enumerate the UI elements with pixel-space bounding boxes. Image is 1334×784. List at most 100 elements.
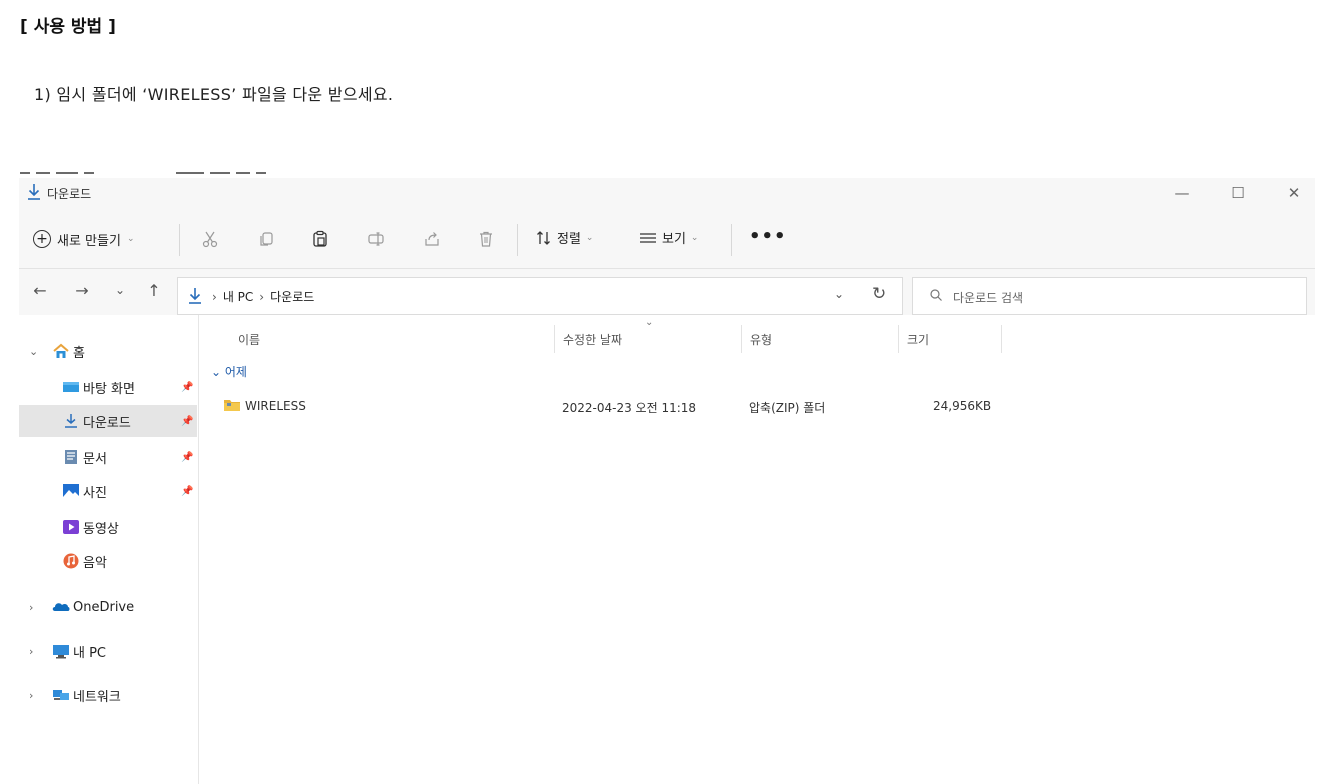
arrow-left-icon: ←	[33, 280, 47, 300]
download-icon	[189, 288, 201, 304]
sidebar-item-label: 문서	[83, 451, 107, 467]
file-list: 이름 ⌄ 수정한 날짜 유형 크기 ⌄ 어제 WIRELESS 2022-04-…	[199, 315, 1315, 784]
sidebar-item-label: 바탕 화면	[83, 381, 135, 397]
sidebar-item-home[interactable]: ⌄ 홈	[19, 335, 197, 367]
file-explorer-window: 다운로드 — ☐ ✕ + 새로 만들기 ⌄ 정렬 ⌄ 보기 ⌄ ••• ← → …	[19, 178, 1315, 784]
sidebar-item-downloads[interactable]: 다운로드 📌	[19, 405, 197, 437]
toolbar-divider	[731, 224, 732, 256]
sidebar-item-label: 음악	[83, 555, 107, 571]
onedrive-icon	[52, 603, 70, 611]
breadcrumb-separator: ›	[212, 289, 217, 304]
sidebar-item-pictures[interactable]: 사진 📌	[19, 475, 197, 507]
sidebar-item-label: OneDrive	[73, 599, 135, 615]
breadcrumb-item-pc[interactable]: 내 PC	[223, 288, 253, 305]
paste-icon	[313, 230, 327, 247]
column-divider[interactable]	[1001, 325, 1002, 353]
address-history-dropdown[interactable]: ⌄	[834, 287, 844, 301]
pin-icon: 📌	[181, 415, 194, 427]
home-icon	[53, 343, 69, 358]
column-divider[interactable]	[741, 325, 742, 353]
content-pane: ⌄ 홈 바탕 화면 📌 다운로드 📌 문서 📌 사진 📌 동영상 음악 › On…	[19, 315, 1315, 784]
arrow-up-icon: ↑	[147, 280, 161, 300]
sidebar-item-label: 내 PC	[73, 645, 107, 661]
search-icon	[930, 289, 942, 301]
videos-icon	[63, 520, 79, 534]
back-button[interactable]: ←	[27, 277, 53, 303]
sort-icon	[537, 230, 550, 245]
search-placeholder: 다운로드 검색	[953, 291, 1024, 305]
sidebar-item-desktop[interactable]: 바탕 화면 📌	[19, 371, 197, 403]
group-label: 어제	[224, 365, 247, 379]
sidebar-item-music[interactable]: 음악	[19, 545, 197, 577]
download-icon	[28, 184, 40, 200]
chevron-down-icon: ⌄	[690, 232, 699, 243]
sidebar-item-label: 동영상	[83, 521, 119, 537]
rename-icon	[368, 232, 384, 246]
sort-label: 정렬	[557, 232, 581, 247]
document-icon	[65, 450, 77, 464]
refresh-button[interactable]: ↻	[872, 284, 886, 304]
pictures-icon	[63, 484, 79, 498]
sidebar-item-network[interactable]: › 네트워크	[19, 679, 197, 711]
sidebar-item-documents[interactable]: 문서 📌	[19, 441, 197, 473]
trash-icon	[480, 231, 492, 247]
navigation-pane: ⌄ 홈 바탕 화면 📌 다운로드 📌 문서 📌 사진 📌 동영상 음악 › On…	[19, 315, 199, 784]
minimize-button[interactable]: —	[1159, 180, 1205, 206]
group-header-yesterday[interactable]: ⌄ 어제	[211, 363, 247, 380]
desktop-icon	[63, 382, 79, 392]
window-title: 다운로드	[47, 187, 92, 201]
arrow-right-icon: →	[75, 280, 89, 300]
chevron-down-icon: ⌄	[29, 344, 39, 358]
search-box[interactable]: 다운로드 검색	[912, 277, 1307, 315]
column-header-name[interactable]: 이름	[238, 331, 260, 348]
download-icon	[65, 414, 77, 428]
cropped-text-line	[20, 172, 340, 177]
maximize-button[interactable]: ☐	[1215, 180, 1261, 206]
doc-step-1: 1) 임시 폴더에 ‘WIRELESS’ 파일을 다운 받으세요.	[34, 85, 394, 104]
breadcrumb-item-downloads[interactable]: 다운로드	[270, 288, 314, 305]
refresh-icon: ↻	[872, 284, 887, 304]
sidebar-item-label: 다운로드	[83, 415, 131, 431]
recent-locations-button[interactable]: ⌄	[107, 277, 133, 303]
sidebar-item-this-pc[interactable]: › 내 PC	[19, 635, 197, 667]
column-header-size[interactable]: 크기	[907, 331, 929, 348]
address-bar[interactable]: › 내 PC › 다운로드 ⌄ ↻	[177, 277, 903, 315]
chevron-right-icon: ›	[29, 688, 34, 702]
sidebar-item-videos[interactable]: 동영상	[19, 511, 197, 543]
toolbar-divider	[517, 224, 518, 256]
close-button[interactable]: ✕	[1271, 180, 1317, 206]
column-header-date-modified[interactable]: 수정한 날짜	[563, 331, 622, 348]
chevron-right-icon: ›	[29, 600, 34, 614]
pin-icon: 📌	[181, 451, 194, 463]
toolbar-divider	[179, 224, 180, 256]
forward-button[interactable]: →	[69, 277, 95, 303]
chevron-down-icon: ⌄	[585, 232, 594, 243]
plus-circle-icon: +	[33, 230, 51, 248]
file-size: 24,956KB	[933, 399, 992, 413]
new-button[interactable]: + 새로 만들기 ⌄	[33, 224, 134, 254]
view-button[interactable]: 보기 ⌄	[639, 228, 698, 247]
navigation-bar: ← → ⌄ ↑ › 내 PC › 다운로드 ⌄ ↻ 다운로드 검색	[19, 268, 1315, 316]
delete-button[interactable]	[475, 228, 497, 250]
pin-icon: 📌	[181, 485, 194, 497]
copy-button[interactable]	[255, 228, 277, 250]
network-icon	[53, 690, 69, 700]
column-header-type[interactable]: 유형	[750, 331, 772, 348]
more-options-button[interactable]: •••	[749, 226, 787, 247]
sidebar-item-label: 네트워크	[73, 689, 121, 705]
share-button[interactable]	[421, 228, 443, 250]
rename-button[interactable]	[365, 228, 387, 250]
doc-heading: [ 사용 방법 ]	[20, 17, 116, 37]
sidebar-item-label: 사진	[83, 485, 107, 501]
cut-button[interactable]	[199, 228, 221, 250]
sidebar-item-label: 홈	[73, 345, 85, 361]
sort-button[interactable]: 정렬 ⌄	[536, 228, 593, 247]
column-divider[interactable]	[898, 325, 899, 353]
paste-button[interactable]	[309, 228, 331, 250]
view-list-icon	[640, 232, 656, 243]
copy-icon	[260, 232, 273, 246]
column-divider[interactable]	[554, 325, 555, 353]
up-button[interactable]: ↑	[141, 277, 167, 303]
sidebar-item-onedrive[interactable]: › OneDrive	[19, 591, 197, 623]
file-row[interactable]: WIRELESS 2022-04-23 오전 11:18 압축(ZIP) 폴더 …	[219, 393, 1039, 419]
